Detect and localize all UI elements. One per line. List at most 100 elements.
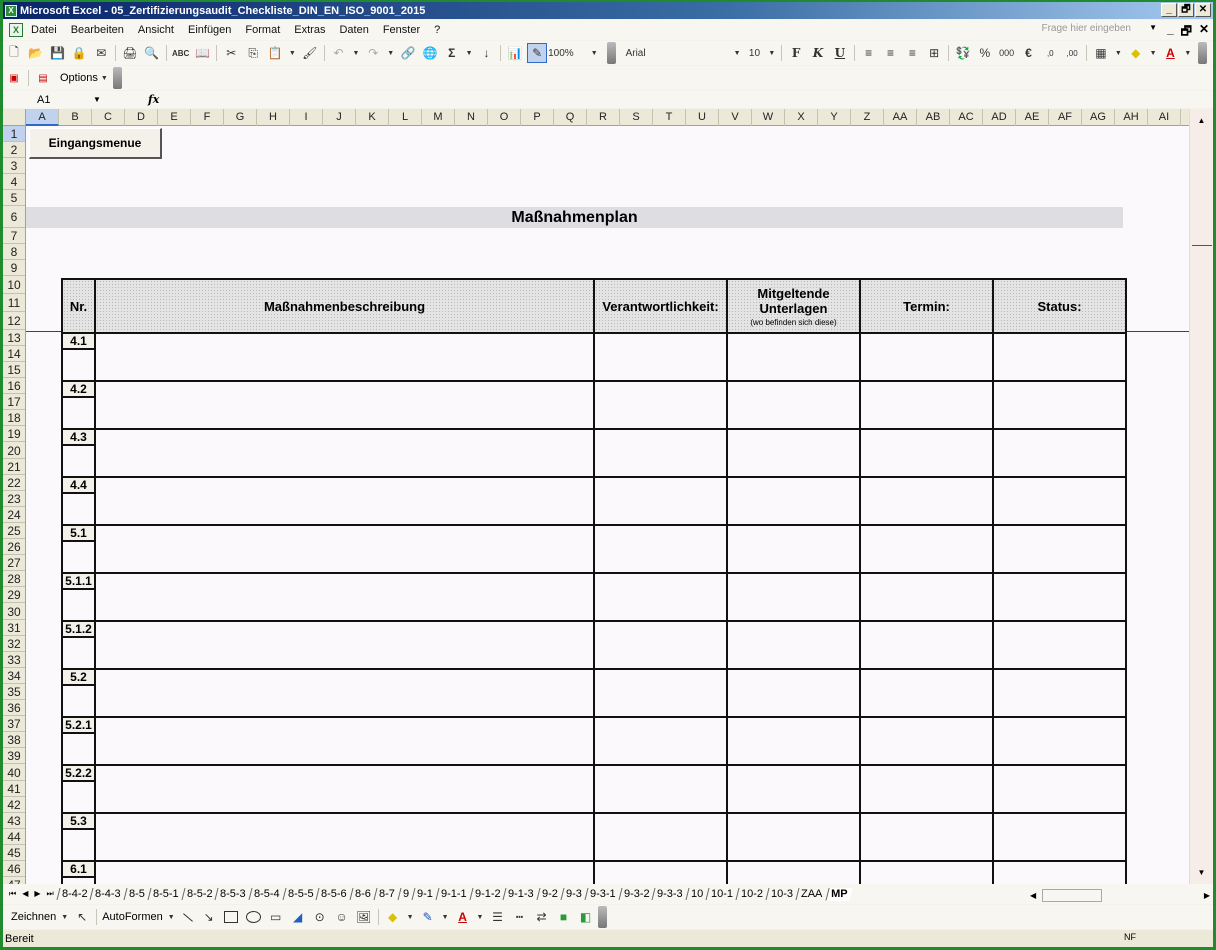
name-box[interactable]: A1 ▼ xyxy=(3,94,103,106)
sheet-tab[interactable]: 8-5-6 xyxy=(315,888,352,900)
insert-function-icon[interactable]: fx xyxy=(148,93,159,106)
drawing-toggle-icon[interactable]: ✎ xyxy=(527,43,548,63)
shadow-style-icon[interactable]: ■ xyxy=(553,907,573,927)
termin-cell[interactable] xyxy=(859,668,994,718)
percent-icon[interactable]: % xyxy=(975,43,995,63)
status-cell[interactable] xyxy=(992,524,1127,574)
sheet-tab[interactable]: 9-2 xyxy=(536,888,563,900)
row-header[interactable]: 12 xyxy=(3,312,25,330)
menu-fenster[interactable]: Fenster xyxy=(383,24,420,36)
eingangsmenue-button[interactable]: Eingangsmenue xyxy=(29,128,162,159)
scroll-left-icon[interactable]: ◀ xyxy=(1030,891,1036,900)
font-dropdown-icon[interactable]: ▼ xyxy=(734,50,741,57)
verantwortlichkeit-cell[interactable] xyxy=(593,428,728,478)
row-header[interactable]: 21 xyxy=(3,459,25,475)
new-icon[interactable]: 🗋 xyxy=(4,43,24,63)
status-cell[interactable] xyxy=(992,860,1127,884)
row-header[interactable]: 20 xyxy=(3,443,25,459)
column-header[interactable]: Y xyxy=(818,109,851,126)
termin-cell[interactable] xyxy=(859,572,994,622)
termin-cell[interactable] xyxy=(859,764,994,814)
row-header[interactable]: 34 xyxy=(3,668,25,684)
toolbar-grip[interactable] xyxy=(598,906,608,928)
arrow-style-icon[interactable]: ⇄ xyxy=(531,907,551,927)
menu-format[interactable]: Format xyxy=(245,24,280,36)
unterlagen-cell[interactable] xyxy=(726,428,861,478)
beschreibung-cell[interactable] xyxy=(94,332,595,382)
column-header[interactable]: AG xyxy=(1082,109,1115,126)
borders-dropdown-icon[interactable]: ▼ xyxy=(1115,50,1122,57)
row-header[interactable]: 16 xyxy=(3,378,25,395)
sheet-tab[interactable]: MP xyxy=(825,887,852,901)
column-header[interactable]: P xyxy=(521,109,554,126)
picture-icon[interactable]: 🖼 xyxy=(354,907,374,927)
sheet-tab[interactable]: 9-3-3 xyxy=(651,888,688,900)
termin-cell[interactable] xyxy=(859,428,994,478)
sheet-tab[interactable]: 8-5-5 xyxy=(282,888,318,900)
column-header[interactable]: G xyxy=(224,109,257,126)
sheet-tab[interactable]: ZAA xyxy=(795,888,828,900)
column-header[interactable]: AH xyxy=(1115,109,1148,126)
last-sheet-icon[interactable]: ⏭ xyxy=(47,889,54,899)
sheet-tab[interactable]: 9-3 xyxy=(560,888,587,900)
oval-icon[interactable] xyxy=(245,911,261,923)
toolbar-grip[interactable] xyxy=(1198,42,1208,64)
sheet-tab[interactable]: 8-5-2 xyxy=(181,888,217,900)
column-header[interactable]: T xyxy=(653,109,686,126)
permission-icon[interactable]: 🔒 xyxy=(69,43,89,63)
row-header[interactable]: 24 xyxy=(3,507,25,523)
decrease-decimal-icon[interactable]: ,00 xyxy=(1062,43,1082,63)
nr-cell[interactable]: 5.2.1 xyxy=(61,716,96,766)
column-header[interactable]: O xyxy=(488,109,521,126)
ask-dropdown-icon[interactable]: ▼ xyxy=(1149,23,1157,32)
dash-style-icon[interactable]: ┅ xyxy=(509,907,529,927)
nr-cell[interactable]: 4.2 xyxy=(61,380,96,430)
euro-conversion-icon[interactable]: 💱 xyxy=(953,43,973,63)
borders-icon[interactable]: ▦ xyxy=(1091,43,1111,63)
row-header[interactable]: 45 xyxy=(3,845,25,862)
beschreibung-cell[interactable] xyxy=(94,812,595,862)
sheet-tab[interactable]: 9-1-3 xyxy=(502,888,539,900)
beschreibung-cell[interactable] xyxy=(94,476,595,526)
scroll-up-icon[interactable]: ▲ xyxy=(1193,113,1210,128)
row-header[interactable]: 29 xyxy=(3,587,25,604)
align-right-icon[interactable]: ≡ xyxy=(902,43,922,63)
unterlagen-cell[interactable] xyxy=(726,572,861,622)
print-icon[interactable]: 🖨 xyxy=(120,43,140,63)
3d-style-icon[interactable]: ◧ xyxy=(575,907,595,927)
menu-daten[interactable]: Daten xyxy=(339,24,368,36)
column-header[interactable]: Q xyxy=(554,109,587,126)
email-icon[interactable]: ✉ xyxy=(91,43,111,63)
unterlagen-cell[interactable] xyxy=(726,476,861,526)
pdf-icon[interactable]: ▣ xyxy=(4,68,24,88)
sort-ascending-icon[interactable]: ↓ xyxy=(477,43,497,63)
column-header[interactable]: AD xyxy=(983,109,1016,126)
horizontal-scrollbar[interactable]: ◀ ▶ xyxy=(1030,888,1210,902)
column-header[interactable]: M xyxy=(422,109,455,126)
undo-icon[interactable]: ↶ xyxy=(329,43,349,63)
column-header[interactable]: S xyxy=(620,109,653,126)
prev-sheet-icon[interactable]: ◀ xyxy=(22,889,28,899)
line-color-icon[interactable]: ✎ xyxy=(418,907,438,927)
nr-cell[interactable]: 5.1.1 xyxy=(61,572,96,622)
save-icon[interactable]: 💾 xyxy=(48,43,68,63)
status-cell[interactable] xyxy=(992,812,1127,862)
sheet-tab[interactable]: 9-1 xyxy=(411,888,438,900)
termin-cell[interactable] xyxy=(859,476,994,526)
verantwortlichkeit-cell[interactable] xyxy=(593,764,728,814)
pdf-options-icon[interactable]: ▤ xyxy=(33,68,53,88)
row-header[interactable]: 18 xyxy=(3,410,25,427)
thousands-separator-icon[interactable]: 000 xyxy=(997,43,1017,63)
sheet-tab[interactable]: 8-5 xyxy=(123,888,150,900)
font-color-dropdown-icon[interactable]: ▼ xyxy=(477,914,484,921)
nr-cell[interactable]: 5.1.2 xyxy=(61,620,96,670)
unterlagen-cell[interactable] xyxy=(726,620,861,670)
beschreibung-cell[interactable] xyxy=(94,764,595,814)
status-cell[interactable] xyxy=(992,572,1127,622)
sheet-tab[interactable]: 10-2 xyxy=(735,888,768,900)
column-header[interactable]: AF xyxy=(1049,109,1082,126)
sheet-tab[interactable]: 10 xyxy=(685,888,708,900)
line-style-icon[interactable]: ☰ xyxy=(487,907,507,927)
sheet-tab[interactable]: 8-4-2 xyxy=(56,888,92,900)
row-header[interactable]: 14 xyxy=(3,346,25,362)
